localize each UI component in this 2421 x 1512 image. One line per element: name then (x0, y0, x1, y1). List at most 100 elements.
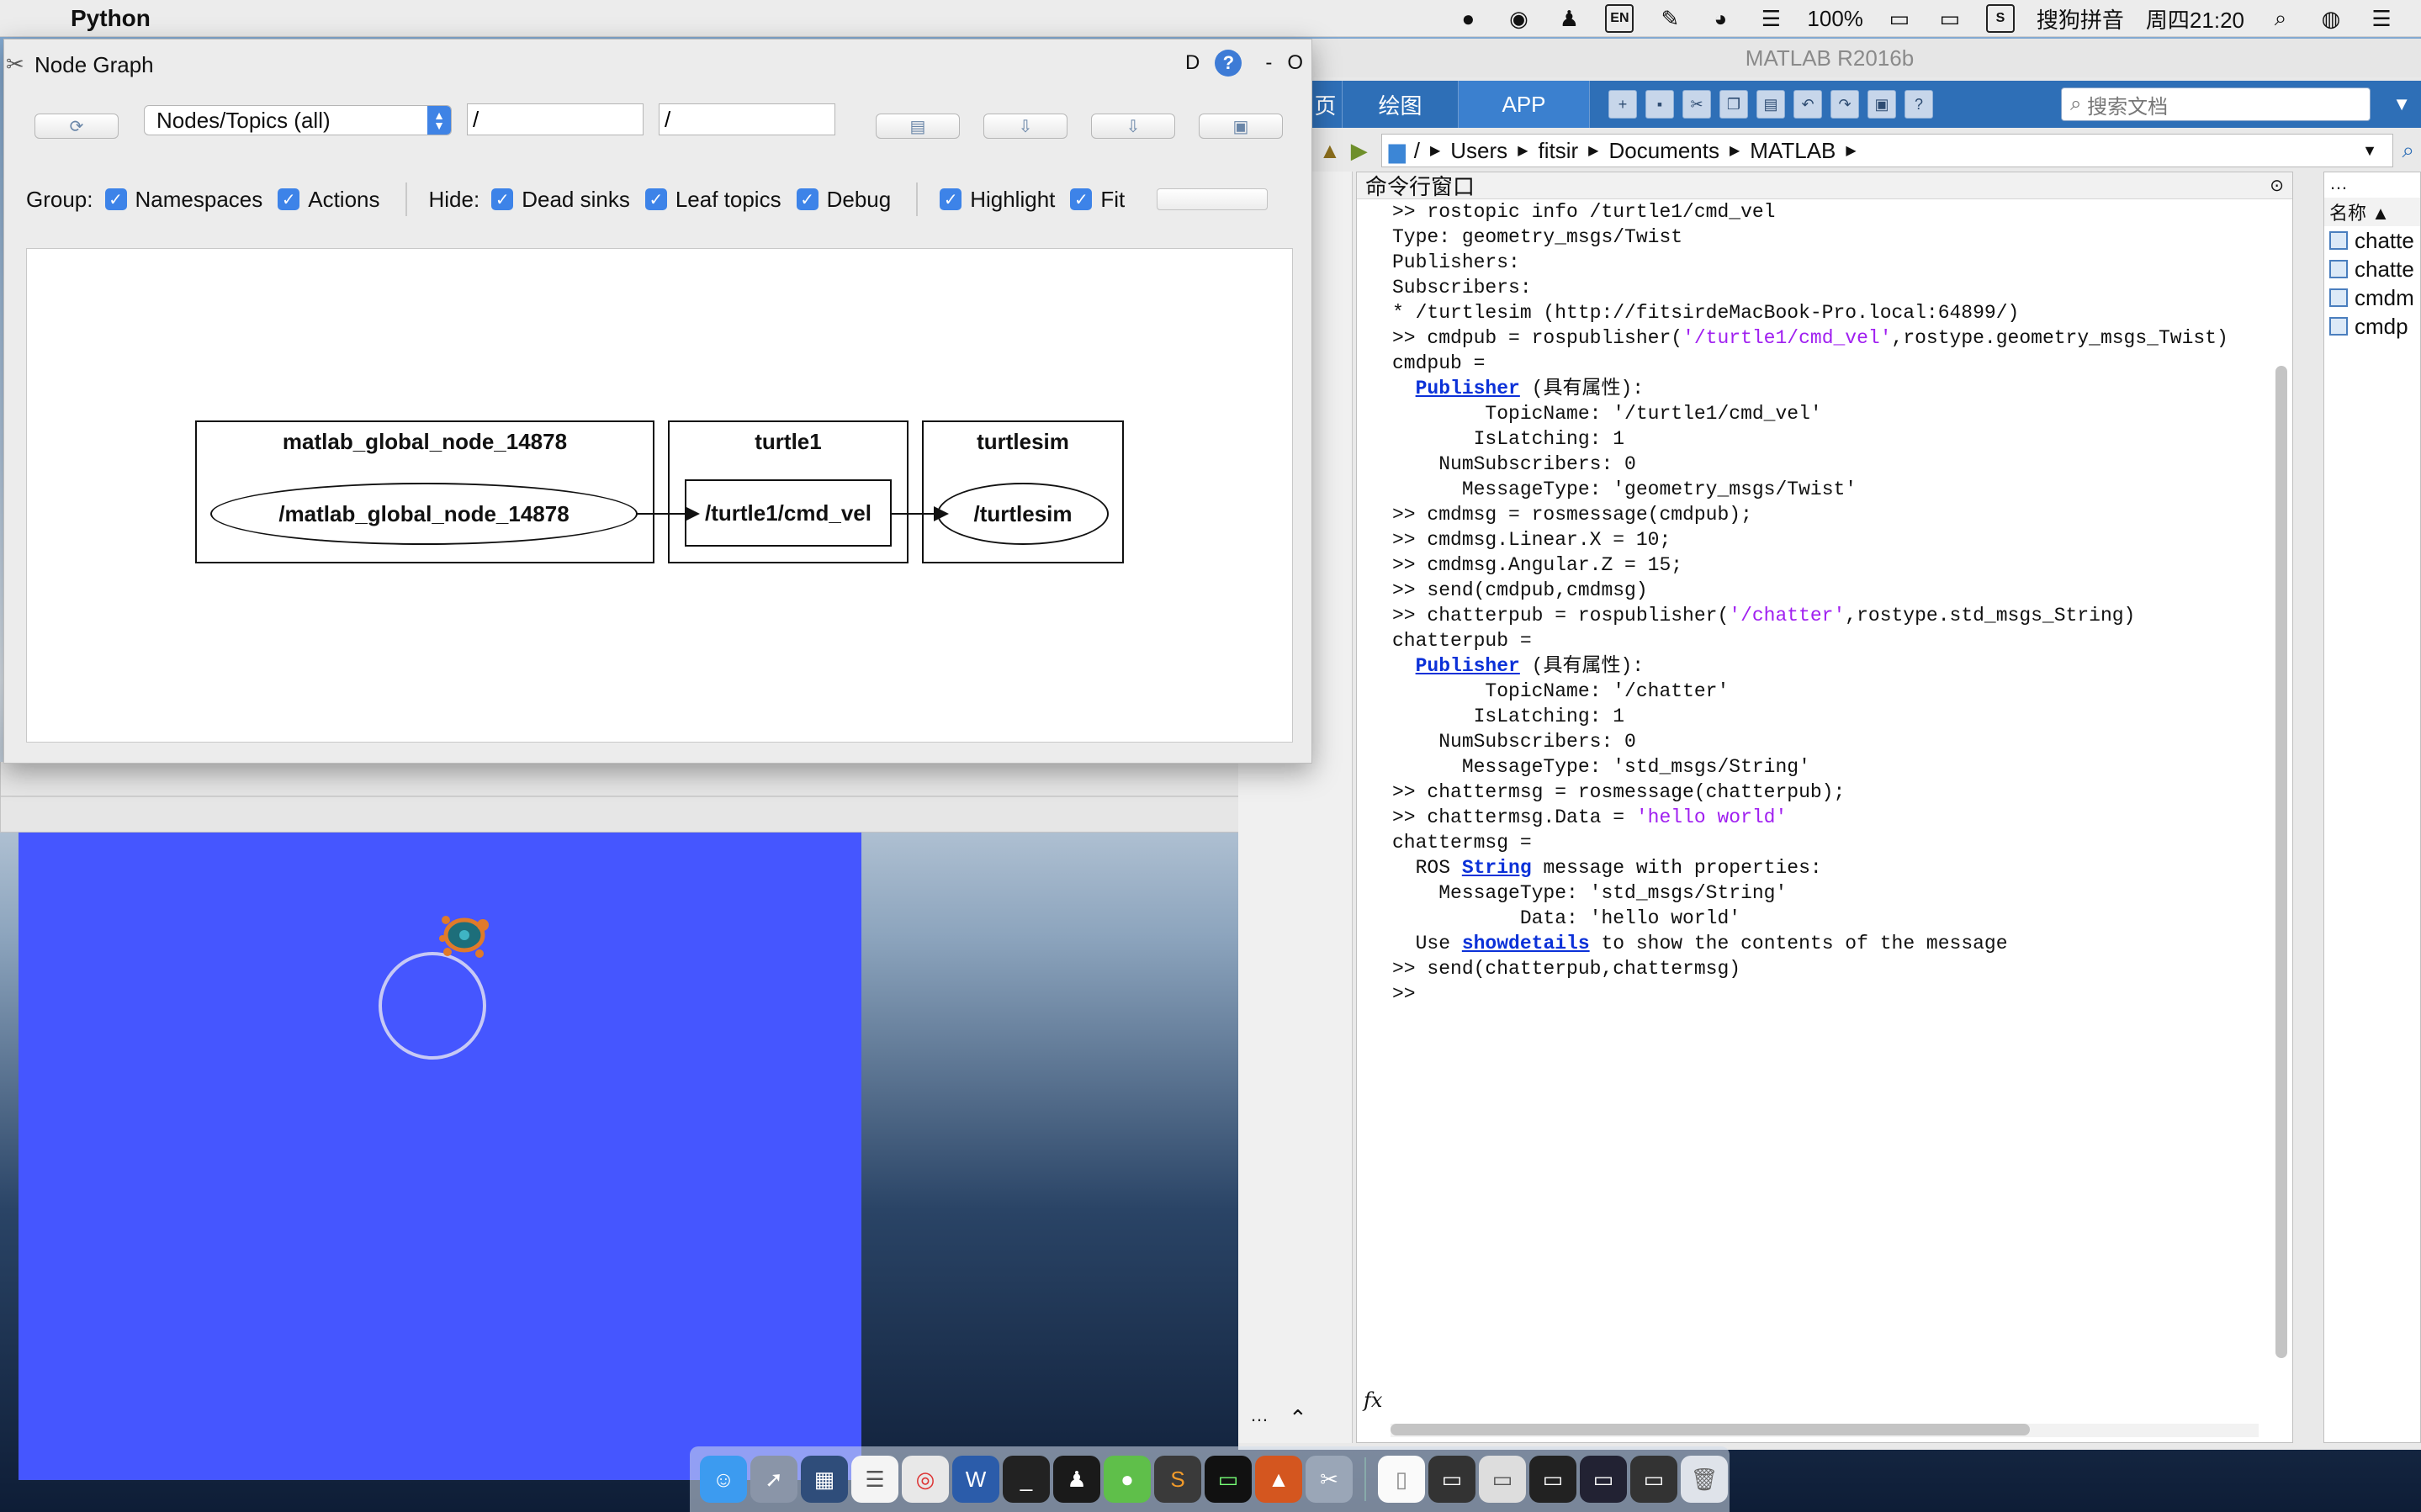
up-folder-icon[interactable]: ▲ (1319, 138, 1341, 164)
function-browser-icon[interactable]: fx (1364, 1388, 1382, 1412)
new-icon[interactable]: + (1608, 90, 1637, 119)
paste-icon[interactable]: ▤ (1756, 90, 1785, 119)
workspace-var[interactable]: chatte (2324, 226, 2420, 255)
qq-icon[interactable]: ♟ (1555, 4, 1583, 33)
fit-button[interactable] (1157, 188, 1269, 210)
python-window-thumb-icon[interactable]: ▭ (1529, 1456, 1576, 1503)
spotlight-search-icon[interactable]: ⌕ (2266, 4, 2295, 33)
finder-icon[interactable]: ☺ (700, 1456, 747, 1503)
save-icon[interactable]: ▪ (1645, 90, 1674, 119)
more-icon[interactable]: … (1250, 1404, 1269, 1426)
minimize-button[interactable]: - (1265, 51, 1272, 75)
vertical-scrollbar[interactable] (2275, 366, 2287, 1358)
command-output[interactable]: >> rostopic info /turtle1/cmd_vel Type: g… (1357, 199, 2267, 1417)
pen-icon[interactable]: ✎ (1655, 4, 1684, 33)
chrome-icon[interactable]: ◎ (902, 1456, 949, 1503)
console-icon[interactable]: ▭ (1205, 1456, 1252, 1503)
workspace-var[interactable]: chatte (2324, 255, 2420, 283)
redo-icon[interactable]: ↷ (1830, 90, 1859, 119)
doc-link[interactable]: Publisher (1416, 378, 1520, 399)
help-icon[interactable]: ? (1215, 50, 1242, 77)
search-folder-icon[interactable]: ⌕ (2402, 137, 2414, 164)
checkbox-dead-sinks[interactable]: ✓ Dead sinks (491, 187, 630, 213)
doc-link[interactable]: Publisher (1416, 655, 1520, 677)
wechat-icon[interactable]: ● (1454, 4, 1482, 33)
topic-filter-input[interactable] (659, 103, 835, 135)
document-icon[interactable]: ▯ (1378, 1456, 1425, 1503)
switch-windows-icon[interactable]: ▣ (1867, 90, 1896, 119)
close-button[interactable]: O (1287, 51, 1303, 75)
expand-up-icon[interactable]: ⌃ (1289, 1405, 1307, 1431)
command-window[interactable]: 命令行窗口 ⊙ >> rostopic info /turtle1/cmd_ve… (1356, 172, 2293, 1443)
checkbox-namespaces[interactable]: ✓ Namespaces (104, 187, 262, 213)
window-thumb-icon[interactable]: ▭ (1479, 1456, 1526, 1503)
clock[interactable]: 周四21:20 (2146, 3, 2244, 34)
path-users[interactable]: Users (1450, 138, 1507, 164)
trash-icon[interactable]: 🗑 (1681, 1456, 1728, 1503)
undo-icon[interactable]: ↶ (1793, 90, 1822, 119)
wifi-icon[interactable]: ☰ (1756, 4, 1785, 33)
graph-topic[interactable]: /turtle1/cmd_vel (685, 479, 892, 547)
notes-icon[interactable]: ☰ (851, 1456, 898, 1503)
path-fitsir[interactable]: fitsir (1539, 138, 1579, 164)
checkbox-debug[interactable]: ✓ Debug (796, 187, 891, 213)
sogou-icon[interactable]: S (1985, 4, 2015, 33)
ime-name[interactable]: 搜狗拼音 (2037, 3, 2124, 34)
doc-link[interactable]: String (1462, 857, 1532, 879)
workspace-var[interactable]: cmdm (2324, 283, 2420, 312)
refresh-button[interactable]: ⟳ (34, 114, 119, 139)
tools-icon[interactable]: ✂ (1306, 1456, 1353, 1503)
address-field[interactable]: ▆ / ▶ Users ▶ fitsir ▶ Documents ▶ MATLA… (1380, 134, 2394, 167)
checkbox-actions[interactable]: ✓ Actions (278, 187, 380, 213)
panel-menu-icon[interactable]: ⊙ (2270, 175, 2284, 196)
word-icon[interactable]: W (952, 1456, 999, 1503)
tab-plots[interactable]: 绘图 (1343, 81, 1459, 128)
help-icon[interactable]: ? (1904, 90, 1933, 119)
horizontal-scrollbar[interactable] (1391, 1424, 2259, 1437)
workspace-name-header[interactable]: 名称 ▲ (2324, 198, 2420, 226)
path-documents[interactable]: Documents (1608, 138, 1719, 164)
airplay-icon[interactable]: ▭ (1936, 4, 1964, 33)
graph-type-select[interactable]: Nodes/Topics (all) ▲ ▼ (144, 105, 452, 135)
graph-node[interactable]: /matlab_global_node_14878 (210, 483, 638, 545)
save-dot-button[interactable]: ⇩ (983, 114, 1067, 139)
app-name-menu[interactable]: Python (71, 5, 151, 32)
notification-center-icon[interactable]: ☰ (2367, 4, 2396, 33)
node-filter-input[interactable] (467, 103, 644, 135)
dock-button[interactable]: D (1185, 51, 1200, 75)
load-dot-button[interactable]: ▤ (876, 114, 960, 139)
checkbox-highlight[interactable]: ✓ Highlight (940, 187, 1055, 213)
battery-icon[interactable]: ▭ (1885, 4, 1914, 33)
tab-home[interactable]: 页 (1309, 81, 1343, 128)
qq-icon[interactable]: ♟ (1053, 1456, 1100, 1503)
sublime-icon[interactable]: S (1154, 1456, 1201, 1503)
save-svg-button[interactable]: ⇩ (1091, 114, 1175, 139)
input-language-icon[interactable]: EN (1605, 4, 1634, 33)
checkbox-fit[interactable]: ✓ Fit (1070, 187, 1125, 213)
cut-icon[interactable]: ✂ (1682, 90, 1711, 119)
tab-apps[interactable]: APP (1459, 81, 1590, 128)
save-image-button[interactable]: ▣ (1199, 114, 1283, 139)
graph-node[interactable]: /turtlesim (937, 483, 1109, 545)
workspace-more[interactable]: … (2324, 172, 2420, 198)
path-root[interactable]: / (1414, 138, 1420, 164)
doc-link[interactable]: showdetails (1462, 933, 1590, 954)
checkbox-leaf-topics[interactable]: ✓ Leaf topics (644, 187, 781, 213)
turtlesim-window-thumb-icon[interactable]: ▭ (1580, 1456, 1627, 1503)
path-matlab[interactable]: MATLAB (1750, 138, 1836, 164)
path-dropdown-icon[interactable]: ▼ (2362, 142, 2377, 160)
matlab-icon[interactable]: ▲ (1255, 1456, 1302, 1503)
ribbon-collapse-icon[interactable]: ▼ (2392, 93, 2411, 115)
siri-icon[interactable]: ◍ (2317, 4, 2345, 33)
clash-icon[interactable]: ◉ (1504, 4, 1533, 33)
activity-icon[interactable]: ▦ (801, 1456, 848, 1503)
browse-folder-icon[interactable]: ▶ (1351, 138, 1368, 164)
copy-icon[interactable]: ❐ (1719, 90, 1748, 119)
rosout-window-thumb-icon[interactable]: ▭ (1630, 1456, 1677, 1503)
search-docs-input[interactable]: ⌕ 搜索文档 (2061, 87, 2371, 121)
graph-canvas[interactable]: matlab_global_node_14878 /matlab_global_… (26, 248, 1293, 743)
launchpad-icon[interactable]: ➚ (750, 1456, 797, 1503)
wechat-icon[interactable]: ● (1104, 1456, 1151, 1503)
window-thumb-icon[interactable]: ▭ (1428, 1456, 1475, 1503)
terminal-icon[interactable]: _ (1003, 1456, 1050, 1503)
